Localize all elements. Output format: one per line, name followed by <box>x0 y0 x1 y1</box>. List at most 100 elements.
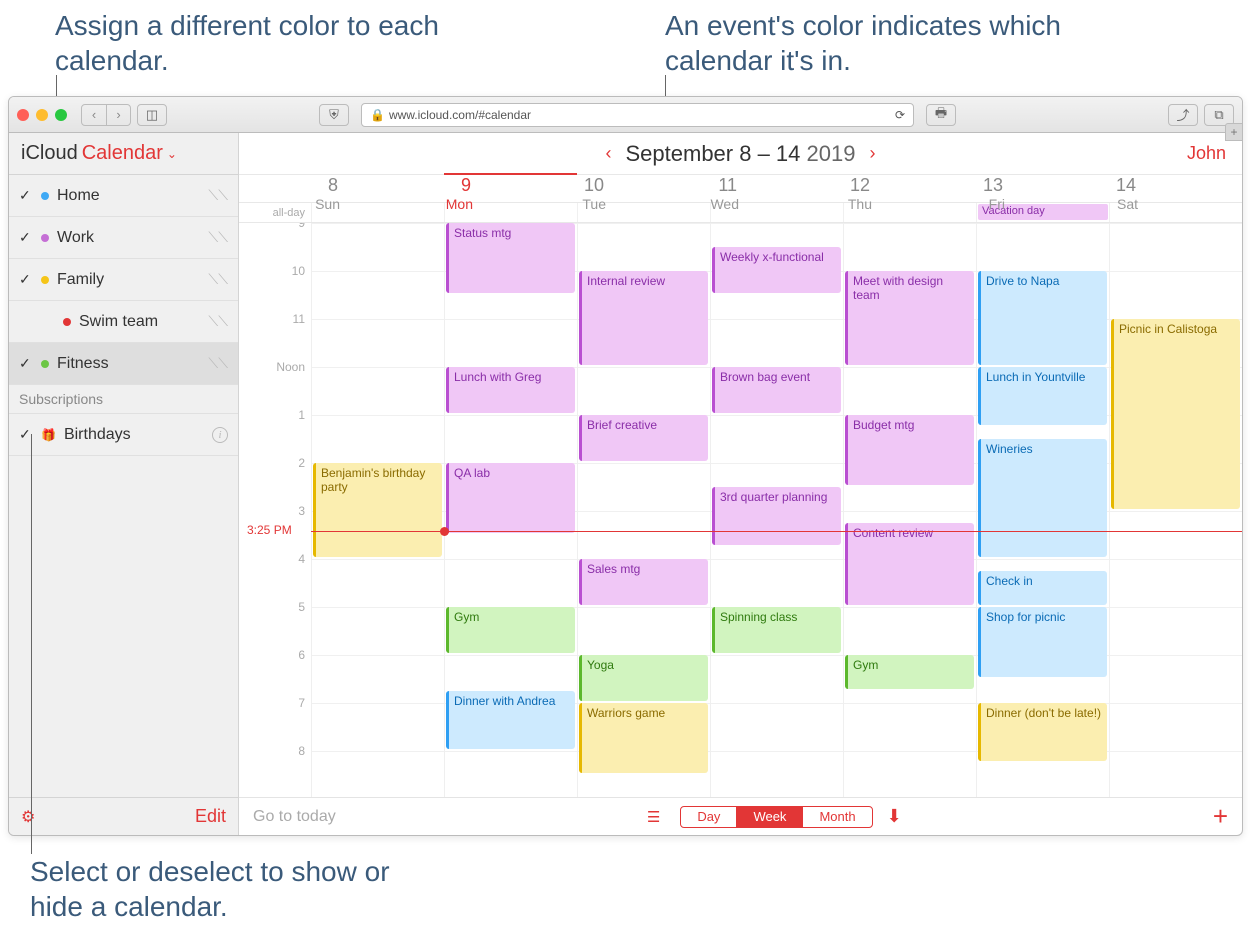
event[interactable]: Meet with design team <box>845 271 974 365</box>
event[interactable]: Internal review <box>579 271 708 365</box>
event[interactable]: Picnic in Calistoga <box>1111 319 1240 509</box>
checkbox-icon[interactable]: ✓ <box>19 229 33 246</box>
event[interactable]: Spinning class <box>712 607 841 653</box>
day-column[interactable]: Benjamin's birthday party <box>311 223 444 797</box>
app-switcher[interactable]: iCloud Calendar ⌄ <box>9 133 238 175</box>
calendar-item-family[interactable]: ✓Family⟍⟍ <box>9 259 238 301</box>
day-column[interactable]: Drive to NapaLunch in Yountville Wineries… <box>976 223 1109 797</box>
checkbox-icon[interactable]: ✓ <box>19 355 33 372</box>
day-header[interactable]: 13 Fri <box>976 175 1109 202</box>
sidebar-toggle-icon[interactable]: ◫ <box>137 104 167 126</box>
add-event-button[interactable]: + <box>1213 801 1228 832</box>
back-icon[interactable]: ‹ <box>82 105 106 125</box>
current-time-label: 3:25 PM <box>245 523 294 537</box>
day-header[interactable]: 11 Wed <box>710 175 843 202</box>
day-column[interactable]: Meet with design team Budget mtg Content r… <box>843 223 976 797</box>
day-column[interactable]: Internal review Brief creative Sales mtg Yo… <box>577 223 710 797</box>
calendar-name: Fitness <box>57 355 109 373</box>
checkbox-icon[interactable]: ✓ <box>19 187 33 204</box>
event[interactable]: Sales mtg <box>579 559 708 605</box>
broadcast-icon[interactable]: ⟍⟍ <box>208 271 228 288</box>
user-menu[interactable]: John <box>1187 143 1226 164</box>
day-header[interactable]: 10 Tue <box>577 175 710 202</box>
day-column[interactable]: Weekly x-functional Brown bag event 3rd qu… <box>710 223 843 797</box>
brand-label: iCloud <box>21 142 78 165</box>
hour-label: 8 <box>239 744 311 792</box>
window-controls[interactable] <box>17 109 67 121</box>
download-icon[interactable]: ⬇ <box>887 806 902 827</box>
edit-button[interactable]: Edit <box>195 806 226 827</box>
nav-back-forward[interactable]: ‹ › <box>81 104 131 126</box>
view-day[interactable]: Day <box>681 807 736 827</box>
calendar-item-work[interactable]: ✓Work⟍⟍ <box>9 217 238 259</box>
reader-icon[interactable]: 🖶 <box>926 104 956 126</box>
event[interactable]: Drive to Napa <box>978 271 1107 365</box>
calendar-name: Home <box>57 187 100 205</box>
view-week[interactable]: Week <box>736 807 802 827</box>
broadcast-icon[interactable]: ⟍⟍ <box>208 313 228 330</box>
event[interactable]: Check in <box>978 571 1107 605</box>
event[interactable]: 3rd quarter planning <box>712 487 841 545</box>
week-grid[interactable]: 91011Noon12345678 Benjamin's birthday pa… <box>239 223 1242 797</box>
event[interactable]: Benjamin's birthday party <box>313 463 442 557</box>
info-icon[interactable]: i <box>212 427 228 443</box>
day-header[interactable]: 12 Thu <box>843 175 976 202</box>
event[interactable]: Content review <box>845 523 974 605</box>
day-header[interactable]: 8 Sun <box>311 175 444 202</box>
close-icon[interactable] <box>17 109 29 121</box>
event[interactable]: Lunch with Greg <box>446 367 575 413</box>
event[interactable]: Status mtg <box>446 223 575 293</box>
event[interactable]: Weekly x-functional <box>712 247 841 293</box>
event[interactable]: Brief creative <box>579 415 708 461</box>
calendar-name: Swim team <box>79 313 158 331</box>
minimize-icon[interactable] <box>36 109 48 121</box>
event[interactable]: Budget mtg <box>845 415 974 485</box>
time-gutter: 91011Noon12345678 <box>239 223 311 797</box>
day-header[interactable]: 9 Mon <box>444 175 577 202</box>
event[interactable]: Wineries <box>978 439 1107 557</box>
day-column[interactable]: Status mtg Lunch with Greg QA lab Gym Dinner… <box>444 223 577 797</box>
calendar-item-fitness[interactable]: ✓ Fitness ⟍⟍ <box>9 343 238 385</box>
broadcast-icon[interactable]: ⟍⟍ <box>208 355 228 372</box>
zoom-icon[interactable] <box>55 109 67 121</box>
color-dot-icon <box>63 318 71 326</box>
next-week-button[interactable]: › <box>855 143 889 164</box>
view-segmented-control[interactable]: Day Week Month <box>680 806 872 828</box>
broadcast-icon[interactable]: ⟍⟍ <box>208 187 228 204</box>
url-bar[interactable]: 🔒 www.icloud.com/#calendar ⟳ <box>361 103 914 127</box>
forward-icon[interactable]: › <box>106 105 130 125</box>
subscription-item-birthdays[interactable]: ✓🎁Birthdaysi <box>9 414 238 456</box>
event[interactable]: Dinner (don't be late!) <box>978 703 1107 761</box>
view-month[interactable]: Month <box>802 807 871 827</box>
event[interactable]: Brown bag event <box>712 367 841 413</box>
hour-label: 5 <box>239 600 311 648</box>
event[interactable]: Yoga <box>579 655 708 701</box>
event[interactable]: Warriors game <box>579 703 708 773</box>
calendar-list: ✓Home⟍⟍✓Work⟍⟍✓Family⟍⟍Swim team⟍⟍✓Fitne… <box>9 175 238 797</box>
calendar-item-swim-team[interactable]: Swim team ⟍⟍ <box>9 301 238 343</box>
lock-icon: 🔒 <box>370 108 385 122</box>
event[interactable]: Shop for picnic <box>978 607 1107 677</box>
privacy-report-icon[interactable]: ⛨ <box>319 104 349 126</box>
event[interactable]: Lunch in Yountville <box>978 367 1107 425</box>
share-icon[interactable]: ⤴ <box>1168 104 1198 126</box>
allday-row: all-day Vacation day <box>239 203 1242 223</box>
reload-icon[interactable]: ⟳ <box>895 108 905 122</box>
calendar-app: iCloud Calendar ⌄ ✓Home⟍⟍✓Work⟍⟍✓Family⟍… <box>9 133 1242 835</box>
go-to-today-button[interactable]: Go to today <box>253 808 336 826</box>
allday-label: all-day <box>239 203 311 222</box>
browser-window: ‹ › ◫ ⛨ 🔒 www.icloud.com/#calendar ⟳ 🖶 ⤴… <box>8 96 1243 836</box>
calendar-item-home[interactable]: ✓ Home ⟍⟍ <box>9 175 238 217</box>
sidebar: iCloud Calendar ⌄ ✓Home⟍⟍✓Work⟍⟍✓Family⟍… <box>9 133 239 835</box>
event[interactable]: QA lab <box>446 463 575 533</box>
list-view-icon[interactable]: ☰ <box>647 808 660 826</box>
event[interactable]: Gym <box>845 655 974 689</box>
gear-icon[interactable]: ⚙ <box>21 807 35 827</box>
broadcast-icon[interactable]: ⟍⟍ <box>208 229 228 246</box>
day-column[interactable]: Picnic in Calistoga <box>1109 223 1242 797</box>
prev-week-button[interactable]: ‹ <box>592 143 626 164</box>
checkbox-icon[interactable]: ✓ <box>19 271 33 288</box>
event[interactable]: Gym <box>446 607 575 653</box>
day-header[interactable]: 14 Sat <box>1109 175 1242 202</box>
event[interactable]: Dinner with Andrea <box>446 691 575 749</box>
